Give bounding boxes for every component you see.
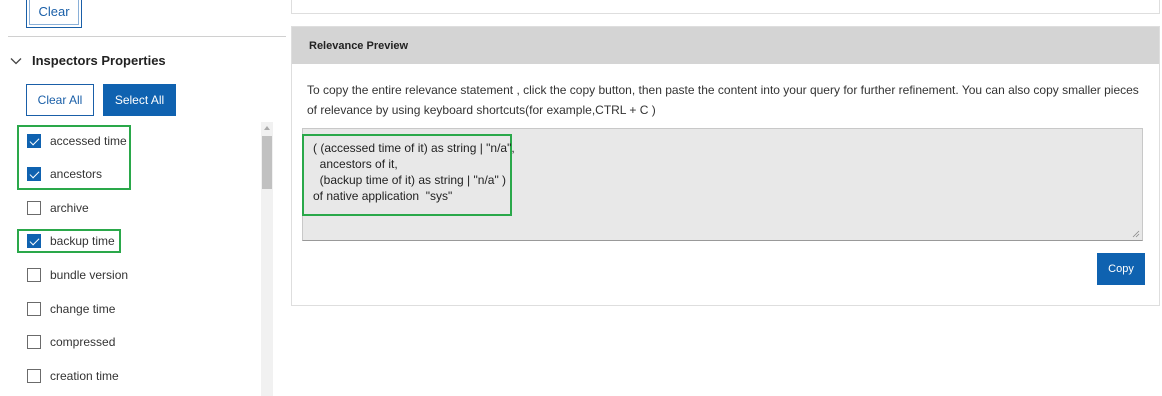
checkbox[interactable] (27, 335, 41, 349)
card-title: Relevance Preview (309, 39, 409, 52)
checkbox[interactable] (27, 268, 41, 282)
copy-button[interactable]: Copy (1097, 253, 1145, 285)
list-item[interactable]: compressed (27, 332, 115, 352)
top-card (291, 0, 1160, 14)
item-label: compressed (50, 335, 116, 349)
inspectors-section-header[interactable]: Inspectors Properties (10, 53, 166, 68)
description-text: To copy the entire relevance statement ,… (307, 83, 1139, 117)
item-label: creation time (50, 369, 119, 383)
relevance-line: (backup time of it) as string | "n/a" ) (313, 173, 507, 187)
item-label: archive (50, 201, 89, 215)
item-label: change time (50, 302, 116, 316)
relevance-highlight: ( (accessed time of it) as string | "n/a… (302, 134, 515, 216)
chevron-down-icon (10, 57, 22, 64)
section-title: Inspectors Properties (32, 53, 166, 68)
divider (8, 36, 286, 37)
select-all-button[interactable]: Select All (103, 84, 176, 116)
checkbox[interactable] (27, 302, 41, 316)
selection-highlight (17, 125, 131, 190)
checkbox[interactable] (27, 369, 41, 383)
list-item[interactable]: bundle version (27, 265, 128, 285)
list-item[interactable]: creation time (27, 366, 119, 386)
relevance-line: ( (accessed time of it) as string | "n/a… (313, 141, 515, 155)
card-header: Relevance Preview (292, 27, 1159, 64)
relevance-preview-card: Relevance Preview To copy the entire rel… (291, 26, 1160, 306)
item-label: bundle version (50, 268, 129, 282)
list-item[interactable]: archive (27, 198, 89, 218)
scroll-up-icon[interactable] (264, 126, 270, 130)
relevance-line: ancestors of it, (313, 157, 398, 171)
scrollbar-thumb[interactable] (262, 136, 272, 189)
selection-highlight (17, 229, 121, 253)
checkbox[interactable] (27, 201, 41, 215)
list-item[interactable]: change time (27, 299, 115, 319)
resize-grip-icon[interactable] (1132, 230, 1140, 238)
filter-panel: Clear Inspectors Properties Clear All Se… (0, 0, 287, 396)
clear-button[interactable]: Clear (26, 0, 82, 28)
clear-all-button[interactable]: Clear All (26, 84, 94, 116)
relevance-line: of native application "sys" (313, 189, 453, 203)
